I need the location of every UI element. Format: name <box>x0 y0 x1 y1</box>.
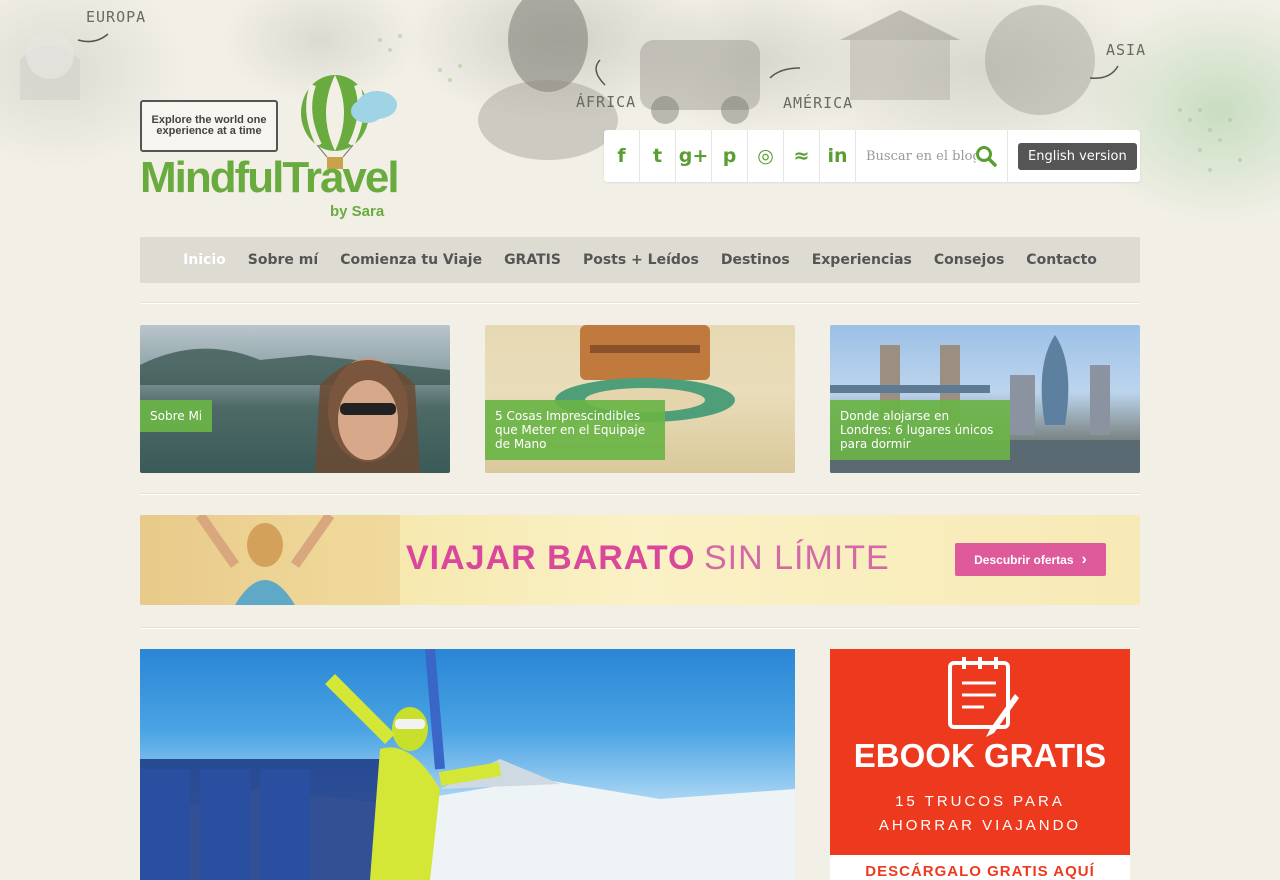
featured-card-equipaje[interactable]: 5 Cosas Imprescindibles que Meter en el … <box>485 325 795 473</box>
ebook-download-link[interactable]: DESCÁRGALO GRATIS AQUÍ <box>830 855 1130 880</box>
featured-caption: 5 Cosas Imprescindibles que Meter en el … <box>485 400 665 460</box>
logo-brand: MindfulTravel <box>140 153 400 202</box>
main-navigation: Inicio Sobre mí Comienza tu Viaje GRATIS… <box>140 237 1140 283</box>
map-label-america: AMÉRICA <box>783 94 854 112</box>
ebook-promo[interactable]: EBOOK GRATIS 15 TRUCOS PARA AHORRAR VIAJ… <box>830 649 1130 880</box>
social-search-bar: f t g+ p ◎ ≈ in English version <box>604 130 1140 182</box>
search-box <box>856 130 1008 182</box>
nav-item-inicio[interactable]: Inicio <box>183 252 226 268</box>
nav-item-gratis[interactable]: GRATIS <box>504 252 561 268</box>
divider <box>140 627 1140 629</box>
notepad-pencil-icon <box>948 657 1019 737</box>
nav-item-contacto[interactable]: Contacto <box>1026 252 1097 268</box>
instagram-icon[interactable]: ◎ <box>748 130 784 182</box>
search-input[interactable] <box>866 148 976 164</box>
ebook-subtitle-line2: AHORRAR VIAJANDO <box>878 817 1082 834</box>
nav-item-consejos[interactable]: Consejos <box>934 252 1004 268</box>
nav-item-destinos[interactable]: Destinos <box>721 252 790 268</box>
linkedin-icon[interactable]: in <box>820 130 856 182</box>
nav-item-comienza-tu-viaje[interactable]: Comienza tu Viaje <box>340 252 482 268</box>
search-icon[interactable] <box>975 145 997 167</box>
chevron-right-icon: › <box>1081 550 1087 568</box>
nav-item-posts-leidos[interactable]: Posts + Leídos <box>583 252 699 268</box>
divider <box>140 302 1140 304</box>
logo-tagline: Explore the world one experience at a ti… <box>140 100 278 152</box>
promo-banner-viajar-barato[interactable]: VIAJAR BARATO SIN LÍMITE Descubrir ofert… <box>140 515 1140 605</box>
discover-offers-button[interactable]: Descubrir ofertas › <box>955 543 1106 576</box>
pinterest-icon[interactable]: p <box>712 130 748 182</box>
ebook-subtitle-line1: 15 TRUCOS PARA <box>895 793 1065 810</box>
nav-item-sobre-mi[interactable]: Sobre mí <box>248 252 318 268</box>
discover-offers-label: Descubrir ofertas <box>974 552 1074 567</box>
featured-card-sobre-mi[interactable]: Sobre Mi <box>140 325 450 473</box>
rss-icon[interactable]: ≈ <box>784 130 820 182</box>
divider <box>140 493 1140 495</box>
featured-caption: Donde alojarse en Londres: 6 lugares úni… <box>830 400 1010 460</box>
english-version-button[interactable]: English version <box>1018 142 1137 170</box>
banner-title-light: SIN LÍMITE <box>704 539 890 577</box>
ebook-subtitle: 15 TRUCOS PARA AHORRAR VIAJANDO <box>830 790 1130 838</box>
logo-by-line: by Sara <box>330 203 385 220</box>
featured-card-londres[interactable]: Donde alojarse en Londres: 6 lugares úni… <box>830 325 1140 473</box>
banner-title-bold: VIAJAR BARATO <box>406 539 696 577</box>
twitter-icon[interactable]: t <box>640 130 676 182</box>
map-label-asia: ASIA <box>1106 41 1147 59</box>
banner-photo-woman <box>140 515 400 605</box>
featured-photo-woman-sea <box>140 348 450 473</box>
ski-lift-photo <box>140 649 795 880</box>
facebook-icon[interactable]: f <box>604 130 640 182</box>
post-featured-image-ski[interactable] <box>140 649 795 880</box>
site-logo[interactable]: Explore the world one experience at a ti… <box>140 75 400 225</box>
ebook-title: EBOOK GRATIS <box>853 737 1107 774</box>
nav-item-experiencias[interactable]: Experiencias <box>812 252 912 268</box>
map-label-europa: EUROPA <box>86 8 147 26</box>
featured-caption: Sobre Mi <box>140 400 213 432</box>
map-label-africa: ÁFRICA <box>576 93 637 111</box>
google-plus-icon[interactable]: g+ <box>676 130 712 182</box>
